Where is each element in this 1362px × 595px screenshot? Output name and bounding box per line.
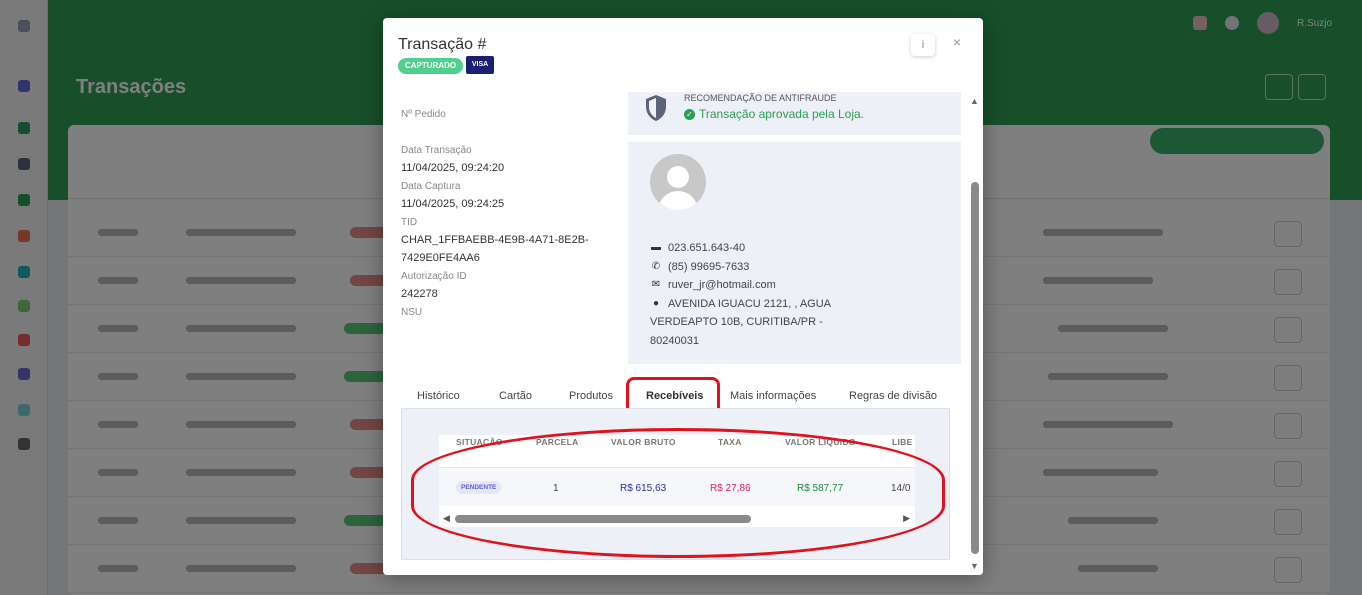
antifraud-message: Transação aprovada pela Loja. xyxy=(699,107,864,121)
modal-title: Transação # xyxy=(398,36,487,53)
customer-phone: ✆ (85) 99695-7633 xyxy=(650,258,750,277)
check-circle-icon: ✓ xyxy=(684,108,695,120)
id-card-icon: ▬ xyxy=(651,242,661,253)
customer-avatar xyxy=(650,154,706,210)
tid-label: TID xyxy=(401,217,418,228)
status-badge: CAPTURADO xyxy=(398,58,464,74)
tid-value-line2: 7429E0FE4AA6 xyxy=(401,252,480,264)
antifraud-title: RECOMENDAÇÃO DE ANTIFRAUDE xyxy=(684,93,837,103)
transaction-date-label: Data Transação xyxy=(401,145,472,156)
shield-icon xyxy=(646,95,666,121)
highlight-annotation-table xyxy=(411,428,945,558)
tab-produtos[interactable]: Produtos xyxy=(569,381,613,411)
authorization-value: 242278 xyxy=(401,288,438,300)
order-label: Nº Pedido xyxy=(401,109,446,120)
envelope-icon: ✉ xyxy=(651,279,661,290)
transaction-modal: Transação # CAPTURADO VISA i × Nº Pedido… xyxy=(383,18,983,575)
customer-email: ✉ ruver_jr@hotmail.com xyxy=(650,276,776,295)
customer-address-line2: VERDEAPTO 10B, CURITIBA/PR - xyxy=(650,316,823,328)
capture-date-label: Data Captura xyxy=(401,181,461,192)
vertical-scrollbar[interactable]: ▲ ▼ xyxy=(967,94,983,575)
close-icon[interactable]: × xyxy=(953,35,965,49)
map-marker-icon: ● xyxy=(652,298,660,309)
scroll-down-icon[interactable]: ▼ xyxy=(970,561,979,571)
authorization-label: Autorização ID xyxy=(401,271,467,282)
antifraud-panel: RECOMENDAÇÃO DE ANTIFRAUDE ✓ Transação a… xyxy=(628,92,961,135)
customer-document: ▬ 023.651.643-40 xyxy=(650,239,745,258)
card-brand-badge: VISA xyxy=(466,56,494,74)
vertical-scrollbar-thumb[interactable] xyxy=(971,182,979,554)
transaction-date-value: 11/04/2025, 09:24:20 xyxy=(401,162,505,174)
customer-address: ● AVENIDA IGUACU 2121, , AGUA xyxy=(650,295,831,314)
antifraud-status: ✓ Transação aprovada pela Loja. xyxy=(684,107,864,121)
customer-panel: ▬ 023.651.643-40 ✆ (85) 99695-7633 ✉ ruv… xyxy=(628,142,961,364)
tab-mais-informacoes[interactable]: Mais informações xyxy=(730,381,816,411)
header-liberacao: LIBE xyxy=(892,437,913,447)
phone-icon: ✆ xyxy=(651,261,661,272)
info-button[interactable]: i xyxy=(911,34,935,56)
nsu-label: NSU xyxy=(401,307,423,318)
tab-regras-de-divisao[interactable]: Regras de divisão xyxy=(849,381,937,411)
tab-cartao[interactable]: Cartão xyxy=(499,381,532,411)
tab-historico[interactable]: Histórico xyxy=(417,381,460,411)
tid-value-line1: CHAR_1FFBAEBB-4E9B-4A71-8E2B- xyxy=(401,234,589,246)
customer-address-line3: 80240031 xyxy=(650,335,699,347)
scroll-up-icon[interactable]: ▲ xyxy=(970,96,979,106)
capture-date-value: 11/04/2025, 09:24:25 xyxy=(401,198,505,210)
